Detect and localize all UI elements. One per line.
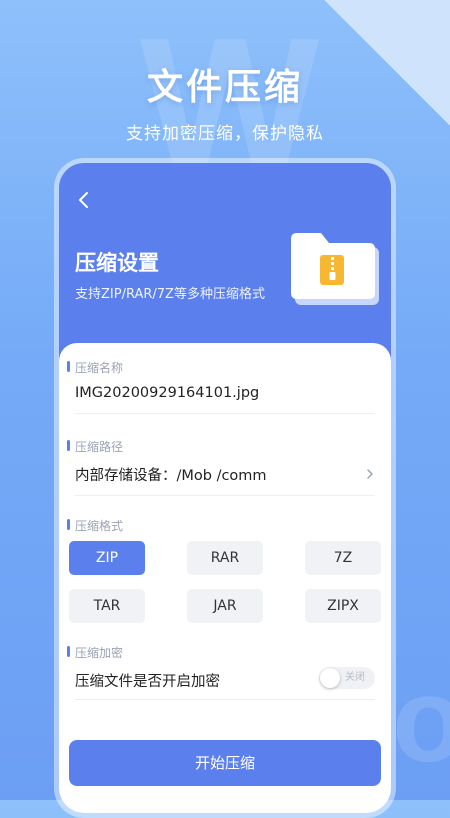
chevron-left-icon <box>79 192 88 208</box>
format-option-jar[interactable]: JAR <box>187 589 263 623</box>
divider <box>75 413 375 414</box>
hero-title: 文件压缩 <box>146 67 303 108</box>
path-section-label: 压缩路径 <box>66 440 124 454</box>
phone-frame: 压缩设置 支持ZIP/RAR/7Z等多种压缩格式 压缩名称 IMG2020092… <box>54 158 396 818</box>
chevron-right-icon <box>367 469 373 479</box>
encrypt-toggle[interactable]: 关闭 <box>319 667 375 689</box>
toggle-knob <box>320 668 340 688</box>
format-option-rar[interactable]: RAR <box>187 541 263 575</box>
screen-subtitle: 支持ZIP/RAR/7Z等多种压缩格式 <box>75 287 265 302</box>
toggle-state-label: 关闭 <box>345 672 365 683</box>
format-section-label: 压缩格式 <box>66 519 124 533</box>
format-option-zip[interactable]: ZIP <box>69 541 145 575</box>
archive-path-value: 内部存储设备：/Mob /comm <box>75 468 267 484</box>
phone-screen: 压缩设置 支持ZIP/RAR/7Z等多种压缩格式 压缩名称 IMG2020092… <box>59 163 391 813</box>
screen-title: 压缩设置 <box>75 251 159 275</box>
divider <box>75 699 375 700</box>
back-button[interactable] <box>73 189 95 211</box>
encrypt-question: 压缩文件是否开启加密 <box>75 674 220 690</box>
format-option-zipx[interactable]: ZIPX <box>305 589 381 623</box>
background-letter-o: o <box>392 653 450 787</box>
encrypt-section-label: 压缩加密 <box>66 646 124 660</box>
divider <box>75 495 375 496</box>
archive-path-row[interactable]: 内部存储设备：/Mob /comm <box>59 455 391 495</box>
format-option-tar[interactable]: TAR <box>69 589 145 623</box>
name-section-label: 压缩名称 <box>66 361 124 375</box>
settings-panel: 压缩名称 IMG20200929164101.jpg 压缩路径 内部存储设备：/… <box>59 343 391 813</box>
zip-folder-icon <box>291 231 379 307</box>
start-compress-button[interactable]: 开始压缩 <box>69 740 381 786</box>
archive-name-field[interactable]: IMG20200929164101.jpg <box>75 385 259 401</box>
hero-subtitle: 支持加密压缩，保护隐私 <box>126 124 324 144</box>
format-option-7z[interactable]: 7Z <box>305 541 381 575</box>
